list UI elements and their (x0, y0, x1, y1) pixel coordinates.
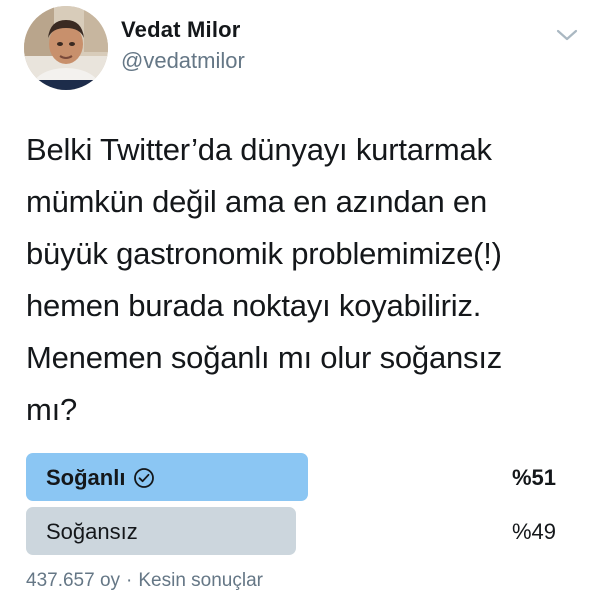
chevron-down-icon[interactable] (554, 26, 580, 44)
author-display-name[interactable]: Vedat Milor (121, 17, 241, 43)
avatar[interactable] (24, 6, 108, 90)
poll-option-sogansiz[interactable]: Soğansız %49 (26, 507, 578, 555)
tweet-text-line: Belki Twitter’da dünyayı kurtarmak (26, 132, 492, 167)
poll-option-percent: %49 (511, 519, 556, 544)
poll-option-label: Soğanlı (46, 465, 126, 490)
tweet-card: Vedat Milor @vedatmilor Belki Twitter’da… (0, 0, 600, 604)
check-circle-icon (133, 467, 155, 489)
poll-option-percent: %51 (511, 465, 556, 490)
poll-meta-separator: · (126, 570, 133, 591)
poll-status: Kesin sonuçlar (138, 570, 263, 591)
poll-option-soganli[interactable]: Soğanlı %51 (26, 453, 578, 501)
tweet-text: Belki Twitter’da dünyayı kurtarmak mümkü… (26, 124, 578, 436)
poll-vote-count: 437.657 oy (26, 570, 121, 591)
avatar-photo (24, 6, 108, 90)
tweet-text-line: mı? (26, 392, 78, 427)
author-handle[interactable]: @vedatmilor (121, 48, 245, 74)
tweet-text-line: hemen burada noktayı koyabiliriz. (26, 288, 482, 323)
tweet-text-line: büyük gastronomik problemimize(!) (26, 236, 502, 271)
tweet-text-line: Menemen soğanlı mı olur soğansız (26, 340, 503, 375)
poll-meta: 437.657 oy · Kesin sonuçlar (26, 570, 263, 592)
tweet-text-line: mümkün değil ama en azından en (26, 184, 488, 219)
poll-option-label: Soğansız (46, 519, 138, 544)
